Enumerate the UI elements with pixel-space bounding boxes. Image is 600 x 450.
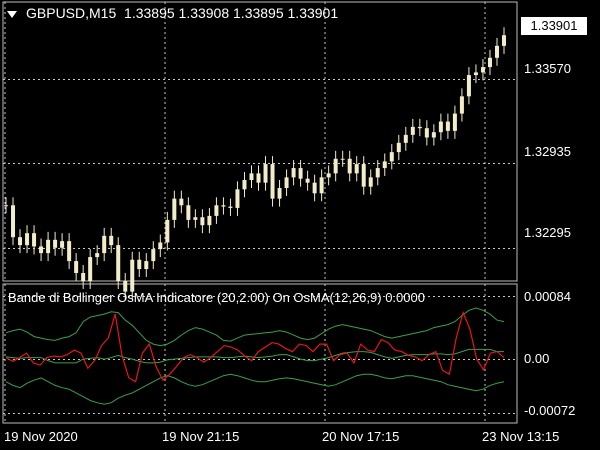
candle-body bbox=[137, 259, 142, 270]
candle-body bbox=[487, 57, 492, 68]
price-tick-label: 1.32295 bbox=[524, 225, 571, 240]
osma-line bbox=[5, 310, 505, 383]
time-axis-label: 20 Nov 17:15 bbox=[322, 429, 400, 444]
candle-body bbox=[480, 67, 485, 73]
candle-body bbox=[438, 121, 443, 133]
collapse-triangle-icon[interactable] bbox=[7, 11, 17, 18]
candle-body bbox=[389, 152, 394, 162]
candle-body bbox=[312, 182, 317, 194]
candle-body bbox=[221, 205, 226, 207]
candle-body bbox=[130, 259, 135, 292]
candle-body bbox=[403, 134, 408, 143]
candle-body bbox=[424, 128, 429, 138]
price-tick-label: 1.33570 bbox=[524, 61, 571, 76]
grid-lines bbox=[3, 2, 517, 423]
time-axis-label: 19 Nov 21:15 bbox=[162, 429, 240, 444]
candle-body bbox=[186, 205, 191, 220]
candle-body bbox=[319, 177, 324, 194]
candle-body bbox=[445, 121, 450, 131]
candle-body bbox=[256, 173, 261, 183]
time-axis-label: 19 Nov 2020 bbox=[4, 429, 78, 444]
candle-body bbox=[207, 215, 212, 226]
ohlc-values: 1.33895 1.33908 1.33895 1.33901 bbox=[124, 5, 339, 21]
candle-body bbox=[263, 164, 268, 183]
candle-body bbox=[347, 158, 352, 174]
candle-body bbox=[88, 257, 93, 281]
candle-body bbox=[95, 253, 100, 258]
candle-body bbox=[361, 164, 366, 187]
candle-body bbox=[200, 217, 205, 226]
price-panel-frame bbox=[2, 1, 518, 282]
candle-body bbox=[502, 35, 506, 46]
candle-body bbox=[431, 132, 436, 138]
candle-body bbox=[11, 205, 16, 238]
candle-body bbox=[109, 235, 114, 246]
chart-title: GBPUSD,M15 1.33895 1.33908 1.33895 1.339… bbox=[26, 6, 338, 21]
candle-body bbox=[417, 126, 422, 129]
chart-canvas[interactable] bbox=[0, 0, 600, 450]
candle-body bbox=[473, 72, 478, 76]
candle-body bbox=[298, 168, 303, 179]
lower-band-line bbox=[5, 373, 505, 405]
indicator-title: Bande di Bollinger OsMA Indicatore (20,2… bbox=[8, 290, 425, 305]
candle-body bbox=[284, 177, 289, 188]
candle-body bbox=[459, 96, 464, 114]
candle-body bbox=[305, 178, 310, 183]
upper-band-line bbox=[5, 307, 505, 347]
candle-body bbox=[4, 205, 8, 207]
candle-body bbox=[81, 273, 86, 281]
candle-body bbox=[53, 239, 58, 248]
candle-body bbox=[228, 206, 233, 208]
candle-body bbox=[60, 241, 65, 248]
candle-body bbox=[235, 189, 240, 208]
candle-body bbox=[18, 237, 23, 246]
current-price-label: 1.33901 bbox=[521, 17, 587, 35]
candle-body bbox=[326, 173, 331, 178]
candle-body bbox=[466, 75, 471, 97]
candle-body bbox=[32, 233, 37, 247]
candle-body bbox=[375, 168, 380, 178]
candle-body bbox=[368, 177, 373, 187]
candle-body bbox=[67, 241, 72, 262]
candle-body bbox=[74, 261, 79, 274]
candle-body bbox=[494, 45, 499, 58]
candle-body bbox=[116, 245, 121, 281]
indicator-tick-label: 0.00084 bbox=[524, 289, 571, 304]
symbol-timeframe: GBPUSD,M15 bbox=[26, 5, 117, 21]
candle-body bbox=[151, 249, 156, 262]
candle-body bbox=[291, 168, 296, 178]
candle-body bbox=[452, 113, 457, 131]
candle-body bbox=[396, 142, 401, 153]
candle-body bbox=[144, 261, 149, 270]
candle-body bbox=[333, 158, 338, 174]
osma-series-line bbox=[5, 310, 505, 383]
candle-body bbox=[165, 219, 170, 243]
candle-body bbox=[277, 188, 282, 199]
candle-body bbox=[193, 217, 198, 220]
chart-window[interactable]: GBPUSD,M15 1.33895 1.33908 1.33895 1.339… bbox=[0, 0, 600, 450]
candle-body bbox=[270, 164, 275, 199]
price-tick-label: 1.32935 bbox=[524, 144, 571, 159]
indicator-tick-label: -0.00072 bbox=[524, 403, 576, 418]
candle-body bbox=[214, 205, 219, 216]
candle-body bbox=[46, 239, 51, 254]
candle-body bbox=[172, 198, 177, 220]
candle-body bbox=[249, 173, 254, 181]
candle-body bbox=[340, 158, 345, 160]
candle-body bbox=[39, 246, 44, 254]
candle-body bbox=[179, 198, 184, 206]
time-axis-label: 23 Nov 13:15 bbox=[482, 429, 560, 444]
candle-body bbox=[382, 161, 387, 169]
candle-body bbox=[102, 235, 107, 254]
candle-body bbox=[354, 164, 359, 174]
candle-body bbox=[25, 233, 30, 246]
candle-body bbox=[158, 242, 163, 250]
candle-body bbox=[410, 126, 415, 135]
indicator-tick-label: 0.00 bbox=[524, 351, 550, 366]
candle-body bbox=[242, 180, 247, 190]
